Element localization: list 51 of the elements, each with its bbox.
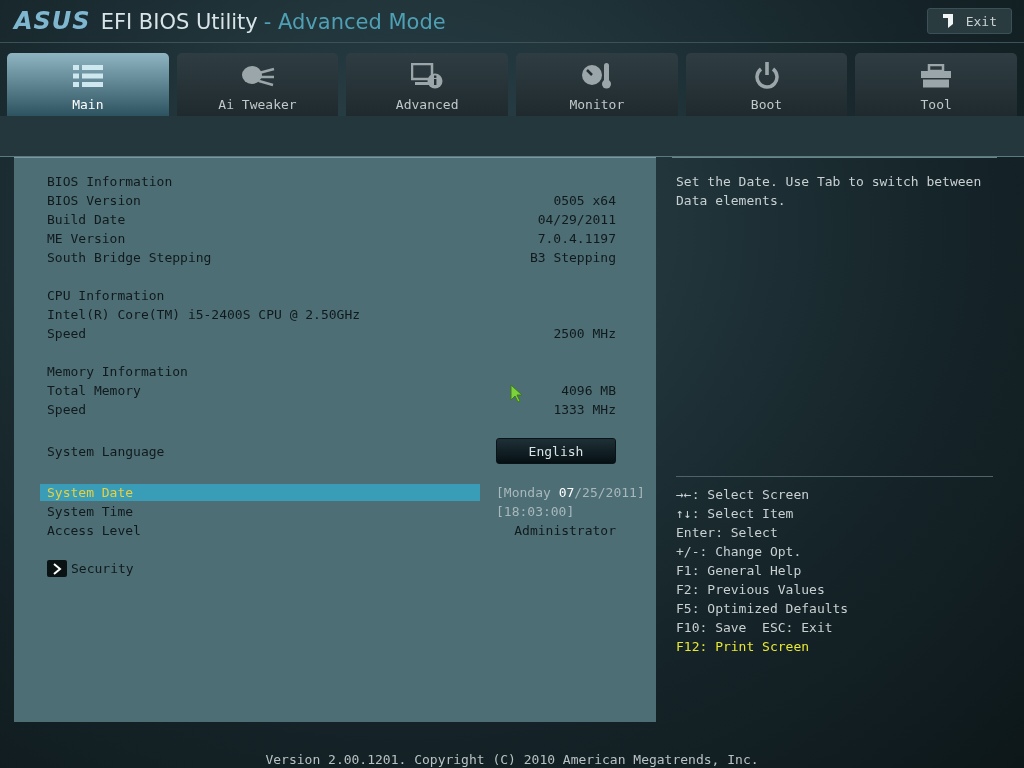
- setting-value: 2500 MHz: [553, 326, 616, 341]
- mode-title: - Advanced Mode: [263, 10, 446, 34]
- tab[interactable]: Monitor: [516, 53, 678, 116]
- door-icon: [941, 13, 954, 29]
- setting-value: 0505 x64: [553, 193, 616, 208]
- key-hint: ↑↓: Select Item: [676, 505, 795, 523]
- pointer-icon: [510, 384, 523, 403]
- gauge-thermometer-icon: [580, 62, 613, 90]
- setting-label: Speed: [46, 401, 88, 418]
- setting-value: 4096 MB: [561, 383, 616, 398]
- setting-label: Speed: [46, 325, 88, 342]
- setting-label: Total Memory: [46, 382, 142, 399]
- key-hint: F12: Print Screen: [676, 638, 811, 656]
- language-dropdown[interactable]: English: [496, 438, 616, 464]
- key-hint: →←: Select Screen: [676, 486, 811, 504]
- setting-label: ME Version: [46, 230, 127, 247]
- toolbox-icon: [920, 62, 953, 90]
- setting-label: Build Date: [46, 211, 127, 228]
- tab[interactable]: Boot: [685, 53, 848, 116]
- setting-value: 04/29/2011: [537, 212, 616, 227]
- setting-label: Access Level: [46, 522, 142, 539]
- setting-value: B3 Stepping: [529, 250, 616, 265]
- tab[interactable]: Tool: [855, 53, 1018, 116]
- setting-label: South Bridge Stepping: [46, 249, 213, 266]
- key-hint: F5: Optimized Defaults: [676, 600, 850, 618]
- version-text: Version 2.00.1201. Copyright (C) 2010 American Megatrends, Inc.: [265, 752, 759, 767]
- setting-label: BIOS Version: [46, 192, 142, 209]
- chevron-icon: [47, 560, 67, 577]
- exit-button[interactable]: Exit: [926, 8, 1012, 34]
- key-hint: +/-: Change Opt.: [676, 543, 803, 561]
- setting-value: 1333 MHz: [553, 402, 616, 417]
- section-heading: Intel(R) Core(TM) i5-2400S CPU @ 2.50GHz: [46, 306, 362, 323]
- window-title: EFI BIOS Utility: [100, 10, 258, 34]
- section-heading: CPU Information: [46, 287, 166, 304]
- tab[interactable]: Ai Tweaker: [176, 53, 339, 116]
- setting-value: 7.0.4.1197: [537, 231, 616, 246]
- section-heading: Memory Information: [46, 363, 189, 380]
- key-hint: F10: Save ESC: Exit: [676, 619, 834, 637]
- setting-value: Administrator: [514, 523, 616, 538]
- section-heading: BIOS Information: [46, 173, 174, 190]
- setting-value[interactable]: [Monday 07/25/2011]: [496, 485, 645, 500]
- tab[interactable]: Advanced: [346, 53, 508, 116]
- key-hint: F2: Previous Values: [676, 581, 826, 599]
- help-text: Set the Date. Use Tab to switch between Data elements.: [676, 172, 993, 477]
- logo: ASUS: [14, 7, 91, 35]
- tab[interactable]: Main: [7, 53, 169, 116]
- power-icon: [753, 62, 780, 90]
- key-hint: F1: General Help: [676, 562, 803, 580]
- list-icon: [72, 62, 103, 90]
- monitor-info-icon: [411, 62, 444, 90]
- key-hint: Enter: Select: [676, 524, 779, 542]
